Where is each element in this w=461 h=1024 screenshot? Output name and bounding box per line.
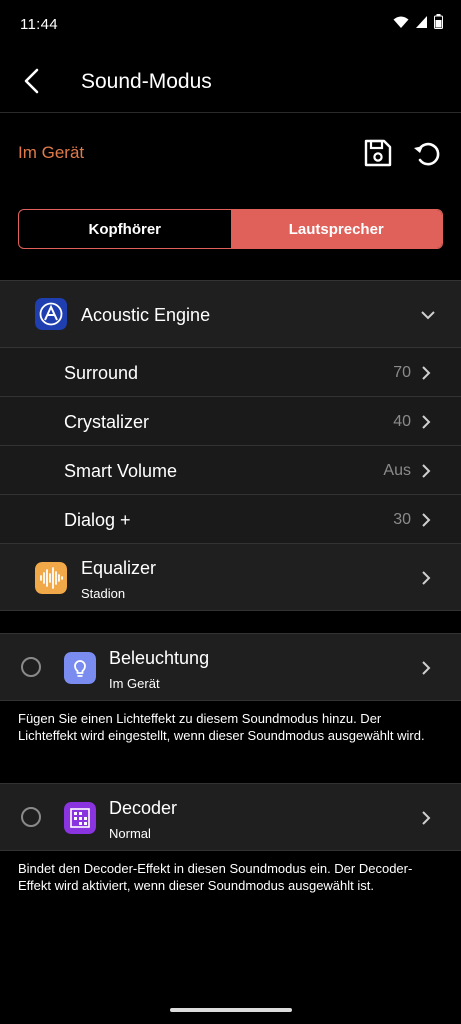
chevron-right-icon bbox=[422, 415, 431, 429]
lighting-description: Fügen Sie einen Lichteffekt zu diesem So… bbox=[18, 711, 425, 743]
setting-value: 40 bbox=[393, 413, 411, 430]
decoder-description: Bindet den Decoder-Effekt in diesen Soun… bbox=[18, 861, 413, 893]
app-bar: Sound-Modus bbox=[0, 50, 461, 113]
tab-headphones[interactable]: Kopfhörer bbox=[19, 210, 231, 248]
status-bar: 11:44 bbox=[0, 0, 461, 50]
setting-row-surround[interactable]: Surround 70 bbox=[0, 347, 461, 396]
acoustic-engine-title: Acoustic Engine bbox=[81, 305, 211, 325]
setting-value: 30 bbox=[393, 511, 411, 528]
lighting-section: Beleuchtung Im Gerät bbox=[0, 633, 461, 701]
signal-icon bbox=[416, 15, 427, 28]
status-time: 11:44 bbox=[20, 16, 58, 33]
acoustic-engine-header[interactable]: Acoustic Engine bbox=[0, 280, 461, 347]
decoder-icon bbox=[64, 802, 96, 834]
chevron-right-icon bbox=[422, 513, 431, 527]
save-icon[interactable] bbox=[362, 137, 394, 169]
setting-value: 70 bbox=[393, 364, 411, 381]
decoder-subtitle: Normal bbox=[109, 826, 151, 841]
setting-label: Surround bbox=[64, 363, 139, 383]
reset-icon[interactable] bbox=[411, 137, 443, 169]
setting-label: Crystalizer bbox=[64, 412, 150, 432]
page-title: Sound-Modus bbox=[81, 70, 212, 93]
decoder-title: Decoder bbox=[109, 798, 178, 818]
back-arrow-icon[interactable] bbox=[18, 66, 48, 96]
setting-label: Smart Volume bbox=[64, 461, 178, 481]
equalizer-subtitle: Stadion bbox=[81, 586, 126, 601]
chevron-right-icon bbox=[422, 366, 431, 380]
decoder-row[interactable]: Decoder Normal bbox=[0, 783, 461, 851]
setting-label: Dialog + bbox=[64, 510, 131, 530]
setting-value: Aus bbox=[383, 462, 411, 479]
lighting-row[interactable]: Beleuchtung Im Gerät bbox=[0, 633, 461, 701]
status-icons bbox=[393, 14, 443, 29]
gesture-nav-handle[interactable] bbox=[170, 1008, 292, 1012]
wifi-icon bbox=[393, 16, 409, 28]
decoder-radio[interactable] bbox=[21, 807, 41, 827]
setting-row-smart-volume[interactable]: Smart Volume Aus bbox=[0, 445, 461, 494]
tab-speakers[interactable]: Lautsprecher bbox=[230, 210, 442, 248]
decoder-section: Decoder Normal bbox=[0, 783, 461, 851]
chevron-right-icon bbox=[422, 661, 431, 675]
device-row: Im Gerät bbox=[0, 113, 461, 193]
lighting-radio[interactable] bbox=[21, 657, 41, 677]
chevron-right-icon bbox=[422, 811, 431, 825]
setting-row-dialog[interactable]: Dialog + 30 bbox=[0, 494, 461, 543]
device-label: Im Gerät bbox=[18, 143, 85, 162]
chevron-down-icon bbox=[421, 311, 435, 320]
chevron-right-icon bbox=[422, 571, 431, 585]
equalizer-row[interactable]: Equalizer Stadion bbox=[0, 543, 461, 611]
equalizer-title: Equalizer bbox=[81, 558, 157, 578]
equalizer-icon bbox=[35, 562, 67, 594]
lighting-subtitle: Im Gerät bbox=[109, 676, 160, 691]
lighting-title: Beleuchtung bbox=[109, 648, 210, 668]
acoustic-engine-icon bbox=[35, 298, 67, 330]
setting-row-crystalizer[interactable]: Crystalizer 40 bbox=[0, 396, 461, 445]
chevron-right-icon bbox=[422, 464, 431, 478]
battery-icon bbox=[434, 14, 443, 29]
lightbulb-icon bbox=[64, 652, 96, 684]
output-tabs: Kopfhörer Lautsprecher bbox=[18, 209, 443, 249]
acoustic-engine-section: Acoustic Engine Surround 70 Crystalizer … bbox=[0, 280, 461, 611]
